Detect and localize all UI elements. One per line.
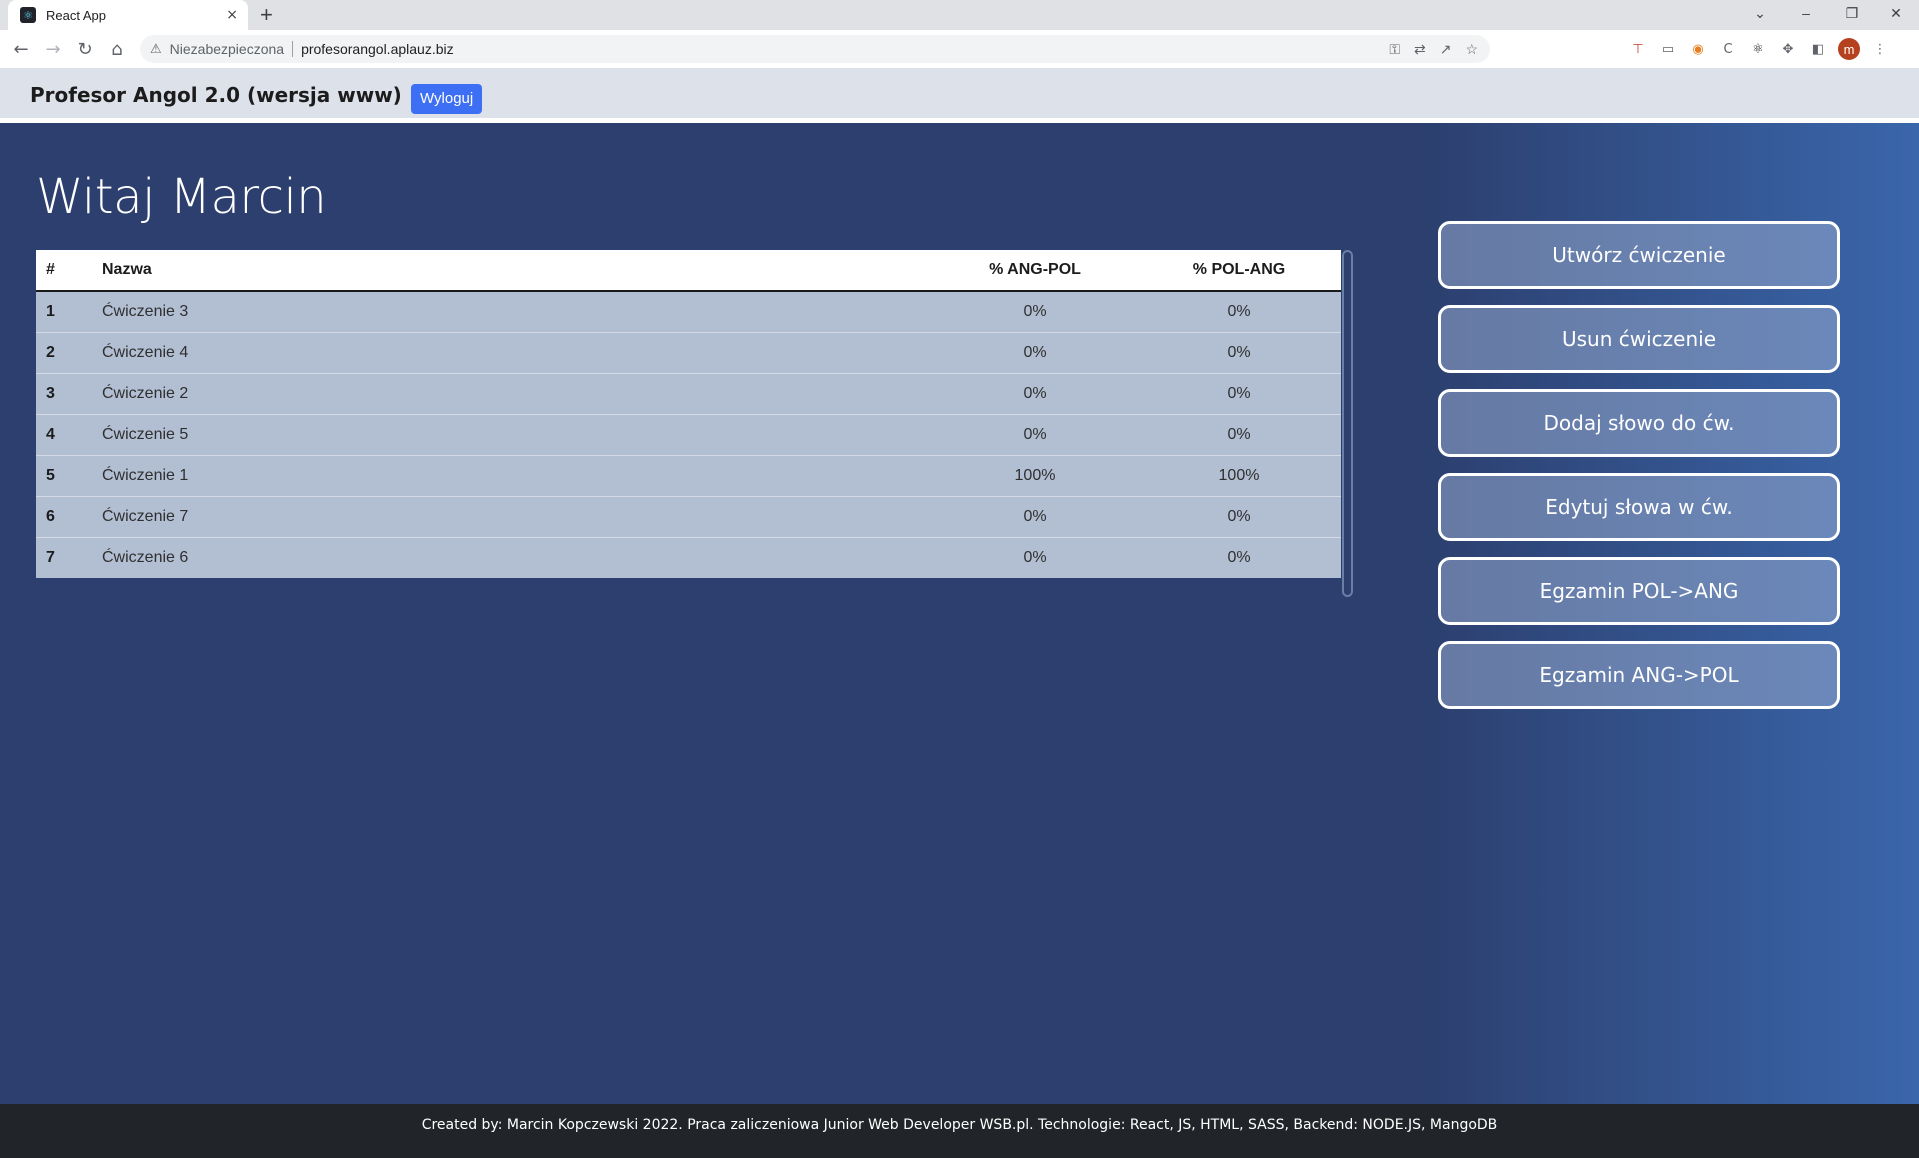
pol-ang-percent: 0% — [1227, 343, 1251, 361]
footer-text: Created by: Marcin Kopczewski 2022. Prac… — [421, 1117, 1498, 1133]
pol-ang-percent: 0% — [1227, 548, 1251, 566]
table-row[interactable]: 7 Ćwiczenie 6 0% 0% — [36, 537, 1341, 578]
ang-pol-percent: 0% — [1023, 384, 1047, 402]
extension-icon[interactable]: ◉ — [1688, 39, 1708, 59]
actions-panel: Utwórz ćwiczenie Usun ćwiczenie Dodaj sł… — [1438, 221, 1840, 725]
bookmark-star-icon[interactable]: ☆ — [1465, 41, 1478, 58]
home-icon[interactable]: ⌂ — [104, 36, 130, 62]
menu-dots-icon[interactable]: ⋮ — [1870, 39, 1890, 59]
column-header-pol-ang: % POL-ANG — [1192, 261, 1286, 278]
key-icon[interactable]: ⚿ — [1389, 41, 1400, 58]
extensions-area: ⊤ ▭ ◉ C ⚛ ✥ ◧ m ⋮ — [1628, 38, 1890, 60]
table-row[interactable]: 1 Ćwiczenie 3 0% 0% — [36, 291, 1341, 332]
edit-words-button[interactable]: Edytuj słowa w ćw. — [1438, 473, 1840, 541]
side-panel-icon[interactable]: ◧ — [1808, 39, 1828, 59]
app-header: Profesor Angol 2.0 (wersja www) Wyloguj — [0, 68, 1919, 123]
share-icon[interactable]: ↗ — [1440, 41, 1452, 58]
row-number: 6 — [46, 507, 55, 525]
omnibox-icons: ⚿ ⇄ ↗ ☆ — [1389, 41, 1478, 58]
pol-ang-percent: 0% — [1227, 507, 1251, 525]
exercises-table-container: # Nazwa % ANG-POL % POL-ANG 1 Ćwiczenie … — [36, 250, 1341, 578]
url-text[interactable]: profesorangol.aplauz.biz — [301, 41, 454, 57]
exercise-name: Ćwiczenie 3 — [102, 302, 189, 320]
address-bar[interactable]: ⚠ Niezabezpieczona profesorangol.aplauz.… — [140, 35, 1490, 63]
pol-ang-percent: 0% — [1227, 425, 1251, 443]
restore-button[interactable]: ❐ — [1829, 0, 1875, 26]
column-header-number: # — [46, 261, 55, 278]
translate-icon[interactable]: ⇄ — [1414, 41, 1426, 58]
address-separator — [292, 41, 294, 57]
table-row[interactable]: 6 Ćwiczenie 7 0% 0% — [36, 496, 1341, 537]
row-number: 3 — [46, 384, 55, 402]
exercise-name: Ćwiczenie 2 — [102, 384, 189, 402]
row-number: 1 — [46, 302, 55, 320]
browser-tab[interactable]: ⚛ React App × — [8, 0, 248, 30]
exercise-name: Ćwiczenie 5 — [102, 425, 189, 443]
exercise-name: Ćwiczenie 1 — [102, 466, 189, 484]
puzzle-icon[interactable]: ✥ — [1778, 39, 1798, 59]
table-scrollbar[interactable] — [1342, 250, 1353, 597]
exercise-name: Ćwiczenie 7 — [102, 507, 189, 525]
add-word-button[interactable]: Dodaj słowo do ćw. — [1438, 389, 1840, 457]
row-number: 4 — [46, 425, 55, 443]
exercise-name: Ćwiczenie 4 — [102, 343, 189, 361]
main-content: Witaj Marcin # Nazwa % ANG-POL % POL-ANG… — [0, 123, 1919, 1104]
extension-icon[interactable]: ▭ — [1658, 39, 1678, 59]
browser-toolbar: ← → ↻ ⌂ ⚠ Niezabezpieczona profesorangol… — [0, 30, 1919, 69]
ang-pol-percent: 0% — [1023, 548, 1047, 566]
logout-button[interactable]: Wyloguj — [411, 84, 483, 114]
exam-ang-pol-button[interactable]: Egzamin ANG->POL — [1438, 641, 1840, 709]
new-tab-button[interactable]: + — [260, 2, 273, 28]
warning-icon: ⚠ — [150, 41, 162, 56]
tab-search-icon[interactable]: ⌄ — [1737, 0, 1783, 26]
column-header-ang-pol: % ANG-POL — [989, 261, 1081, 278]
forward-icon[interactable]: → — [40, 36, 66, 62]
close-tab-icon[interactable]: × — [226, 7, 238, 23]
pol-ang-percent: 0% — [1227, 302, 1251, 320]
table-row[interactable]: 2 Ćwiczenie 4 0% 0% — [36, 332, 1341, 373]
exercises-table: # Nazwa % ANG-POL % POL-ANG 1 Ćwiczenie … — [36, 250, 1341, 578]
exercise-name: Ćwiczenie 6 — [102, 548, 189, 566]
reload-icon[interactable]: ↻ — [72, 36, 98, 62]
back-icon[interactable]: ← — [8, 36, 34, 62]
welcome-heading: Witaj Marcin — [36, 169, 327, 225]
create-exercise-button[interactable]: Utwórz ćwiczenie — [1438, 221, 1840, 289]
footer: Created by: Marcin Kopczewski 2022. Prac… — [0, 1104, 1919, 1158]
tab-title: React App — [46, 7, 106, 23]
exam-pol-ang-button[interactable]: Egzamin POL->ANG — [1438, 557, 1840, 625]
table-row[interactable]: 3 Ćwiczenie 2 0% 0% — [36, 373, 1341, 414]
delete-exercise-button[interactable]: Usun ćwiczenie — [1438, 305, 1840, 373]
row-number: 2 — [46, 343, 55, 361]
profile-avatar[interactable]: m — [1838, 38, 1860, 60]
table-row[interactable]: 5 Ćwiczenie 1 100% 100% — [36, 455, 1341, 496]
column-header-name: Nazwa — [102, 261, 152, 278]
row-number: 5 — [46, 466, 55, 484]
extension-icon[interactable]: C — [1718, 39, 1738, 59]
ang-pol-percent: 0% — [1023, 507, 1047, 525]
table-row[interactable]: 4 Ćwiczenie 5 0% 0% — [36, 414, 1341, 455]
minimize-button[interactable]: – — [1783, 0, 1829, 26]
react-devtools-icon[interactable]: ⚛ — [1748, 39, 1768, 59]
extension-icon[interactable]: ⊤ — [1628, 39, 1648, 59]
browser-tab-strip: ⚛ React App × + ⌄ – ❐ ✕ — [0, 0, 1919, 30]
ang-pol-percent: 0% — [1023, 425, 1047, 443]
ang-pol-percent: 0% — [1023, 343, 1047, 361]
app-title: Profesor Angol 2.0 (wersja www) — [30, 83, 402, 107]
security-label: Niezabezpieczona — [169, 41, 285, 57]
table-header-row: # Nazwa % ANG-POL % POL-ANG — [36, 250, 1341, 291]
row-number: 7 — [46, 548, 55, 566]
pol-ang-percent: 100% — [1218, 466, 1260, 484]
ang-pol-percent: 0% — [1023, 302, 1047, 320]
react-favicon-icon: ⚛ — [20, 7, 36, 23]
ang-pol-percent: 100% — [1014, 466, 1056, 484]
close-window-button[interactable]: ✕ — [1873, 0, 1919, 26]
pol-ang-percent: 0% — [1227, 384, 1251, 402]
